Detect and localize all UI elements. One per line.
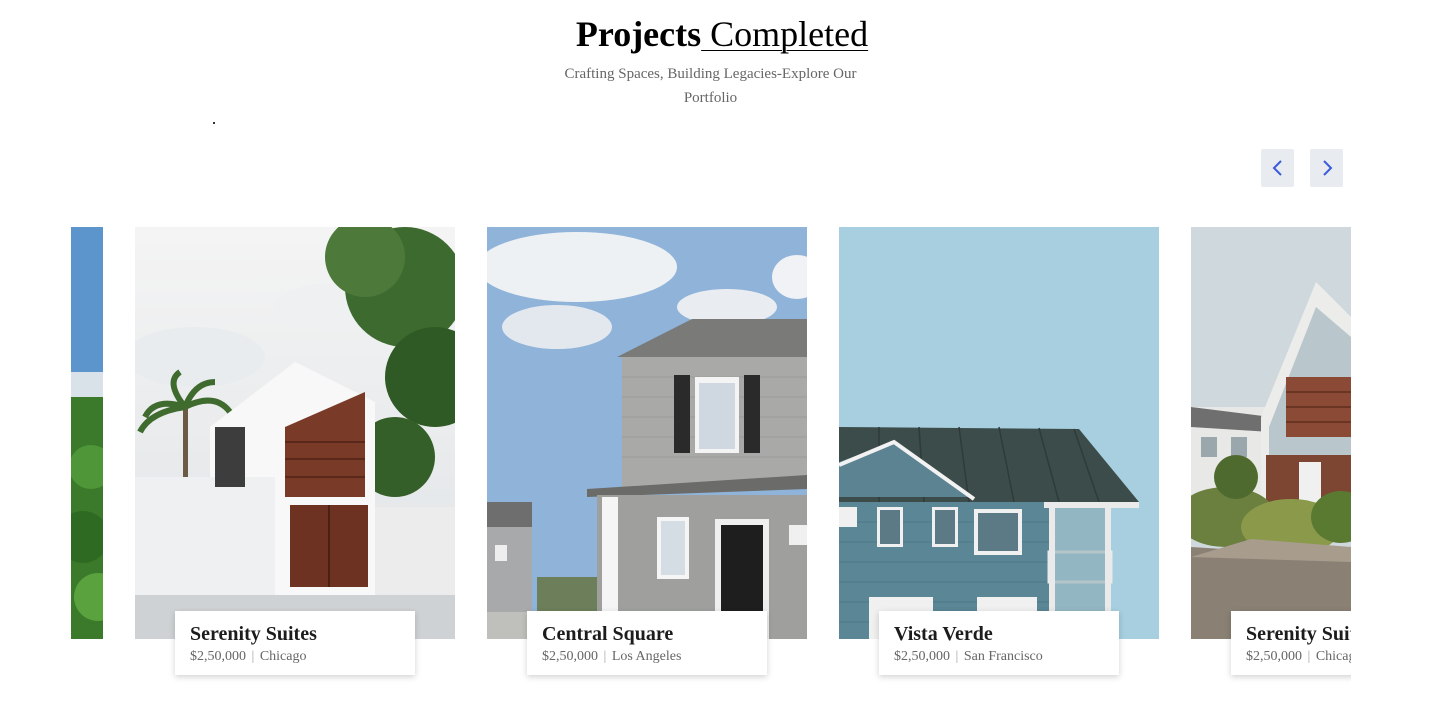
- project-price: $2,50,000: [542, 649, 598, 664]
- chevron-left-icon: [1272, 160, 1282, 176]
- project-card[interactable]: Vista Verde $2,50,000 | San Francisco: [839, 227, 1159, 687]
- project-name: Vista Verde: [894, 623, 993, 645]
- project-location: Chicago: [1315, 649, 1351, 664]
- project-info: Serenity Suites $2,50,000 | Chicago: [175, 611, 415, 675]
- project-location: Chicago: [259, 649, 307, 664]
- project-card-partial-left[interactable]: [71, 227, 103, 687]
- project-price: $2,50,000: [1246, 649, 1302, 664]
- carousel-next-button[interactable]: [1310, 149, 1343, 187]
- carousel-viewport: Serenity Suites $2,50,000 | Chicago Cent…: [71, 227, 1351, 687]
- project-info: Vista Verde $2,50,000 | San Francisco: [879, 611, 1119, 675]
- project-price: $2,50,000: [190, 649, 246, 664]
- project-photo: [839, 227, 1159, 639]
- chevron-right-icon: [1322, 160, 1332, 176]
- project-photo: [487, 227, 807, 639]
- project-location: San Francisco: [963, 649, 1043, 664]
- carousel-prev-button[interactable]: [1261, 149, 1294, 187]
- project-name: Serenity Suites: [1246, 623, 1351, 645]
- project-name: Serenity Suites: [190, 623, 317, 645]
- project-price: $2,50,000: [894, 649, 950, 664]
- project-photo: [71, 227, 103, 639]
- project-card[interactable]: Serenity Suites $2,50,000 | Chicago: [1191, 227, 1351, 687]
- project-photo: [135, 227, 455, 639]
- stray-dot: [213, 122, 215, 124]
- project-info: Serenity Suites $2,50,000 | Chicago: [1231, 611, 1351, 675]
- project-name: Central Square: [542, 623, 674, 645]
- project-card[interactable]: Central Square $2,50,000 | Los Angeles: [487, 227, 807, 687]
- project-info: Central Square $2,50,000 | Los Angeles: [527, 611, 767, 675]
- section-heading: Projects Completed: [0, 12, 1444, 56]
- project-meta: $2,50,000 | Los Angeles: [542, 649, 682, 664]
- project-meta: $2,50,000 | Chicago: [1246, 648, 1351, 666]
- project-meta: $2,50,000 | Chicago: [190, 649, 307, 664]
- project-location: Los Angeles: [611, 649, 682, 664]
- project-card[interactable]: Serenity Suites $2,50,000 | Chicago: [135, 227, 455, 687]
- heading-underlined: Completed: [701, 14, 869, 54]
- section-subtitle: Crafting Spaces, Building Legacies-Explo…: [564, 66, 857, 106]
- project-meta: $2,50,000 | San Francisco: [894, 649, 1043, 664]
- heading-bold: Projects: [575, 14, 702, 54]
- project-photo: [1191, 227, 1351, 639]
